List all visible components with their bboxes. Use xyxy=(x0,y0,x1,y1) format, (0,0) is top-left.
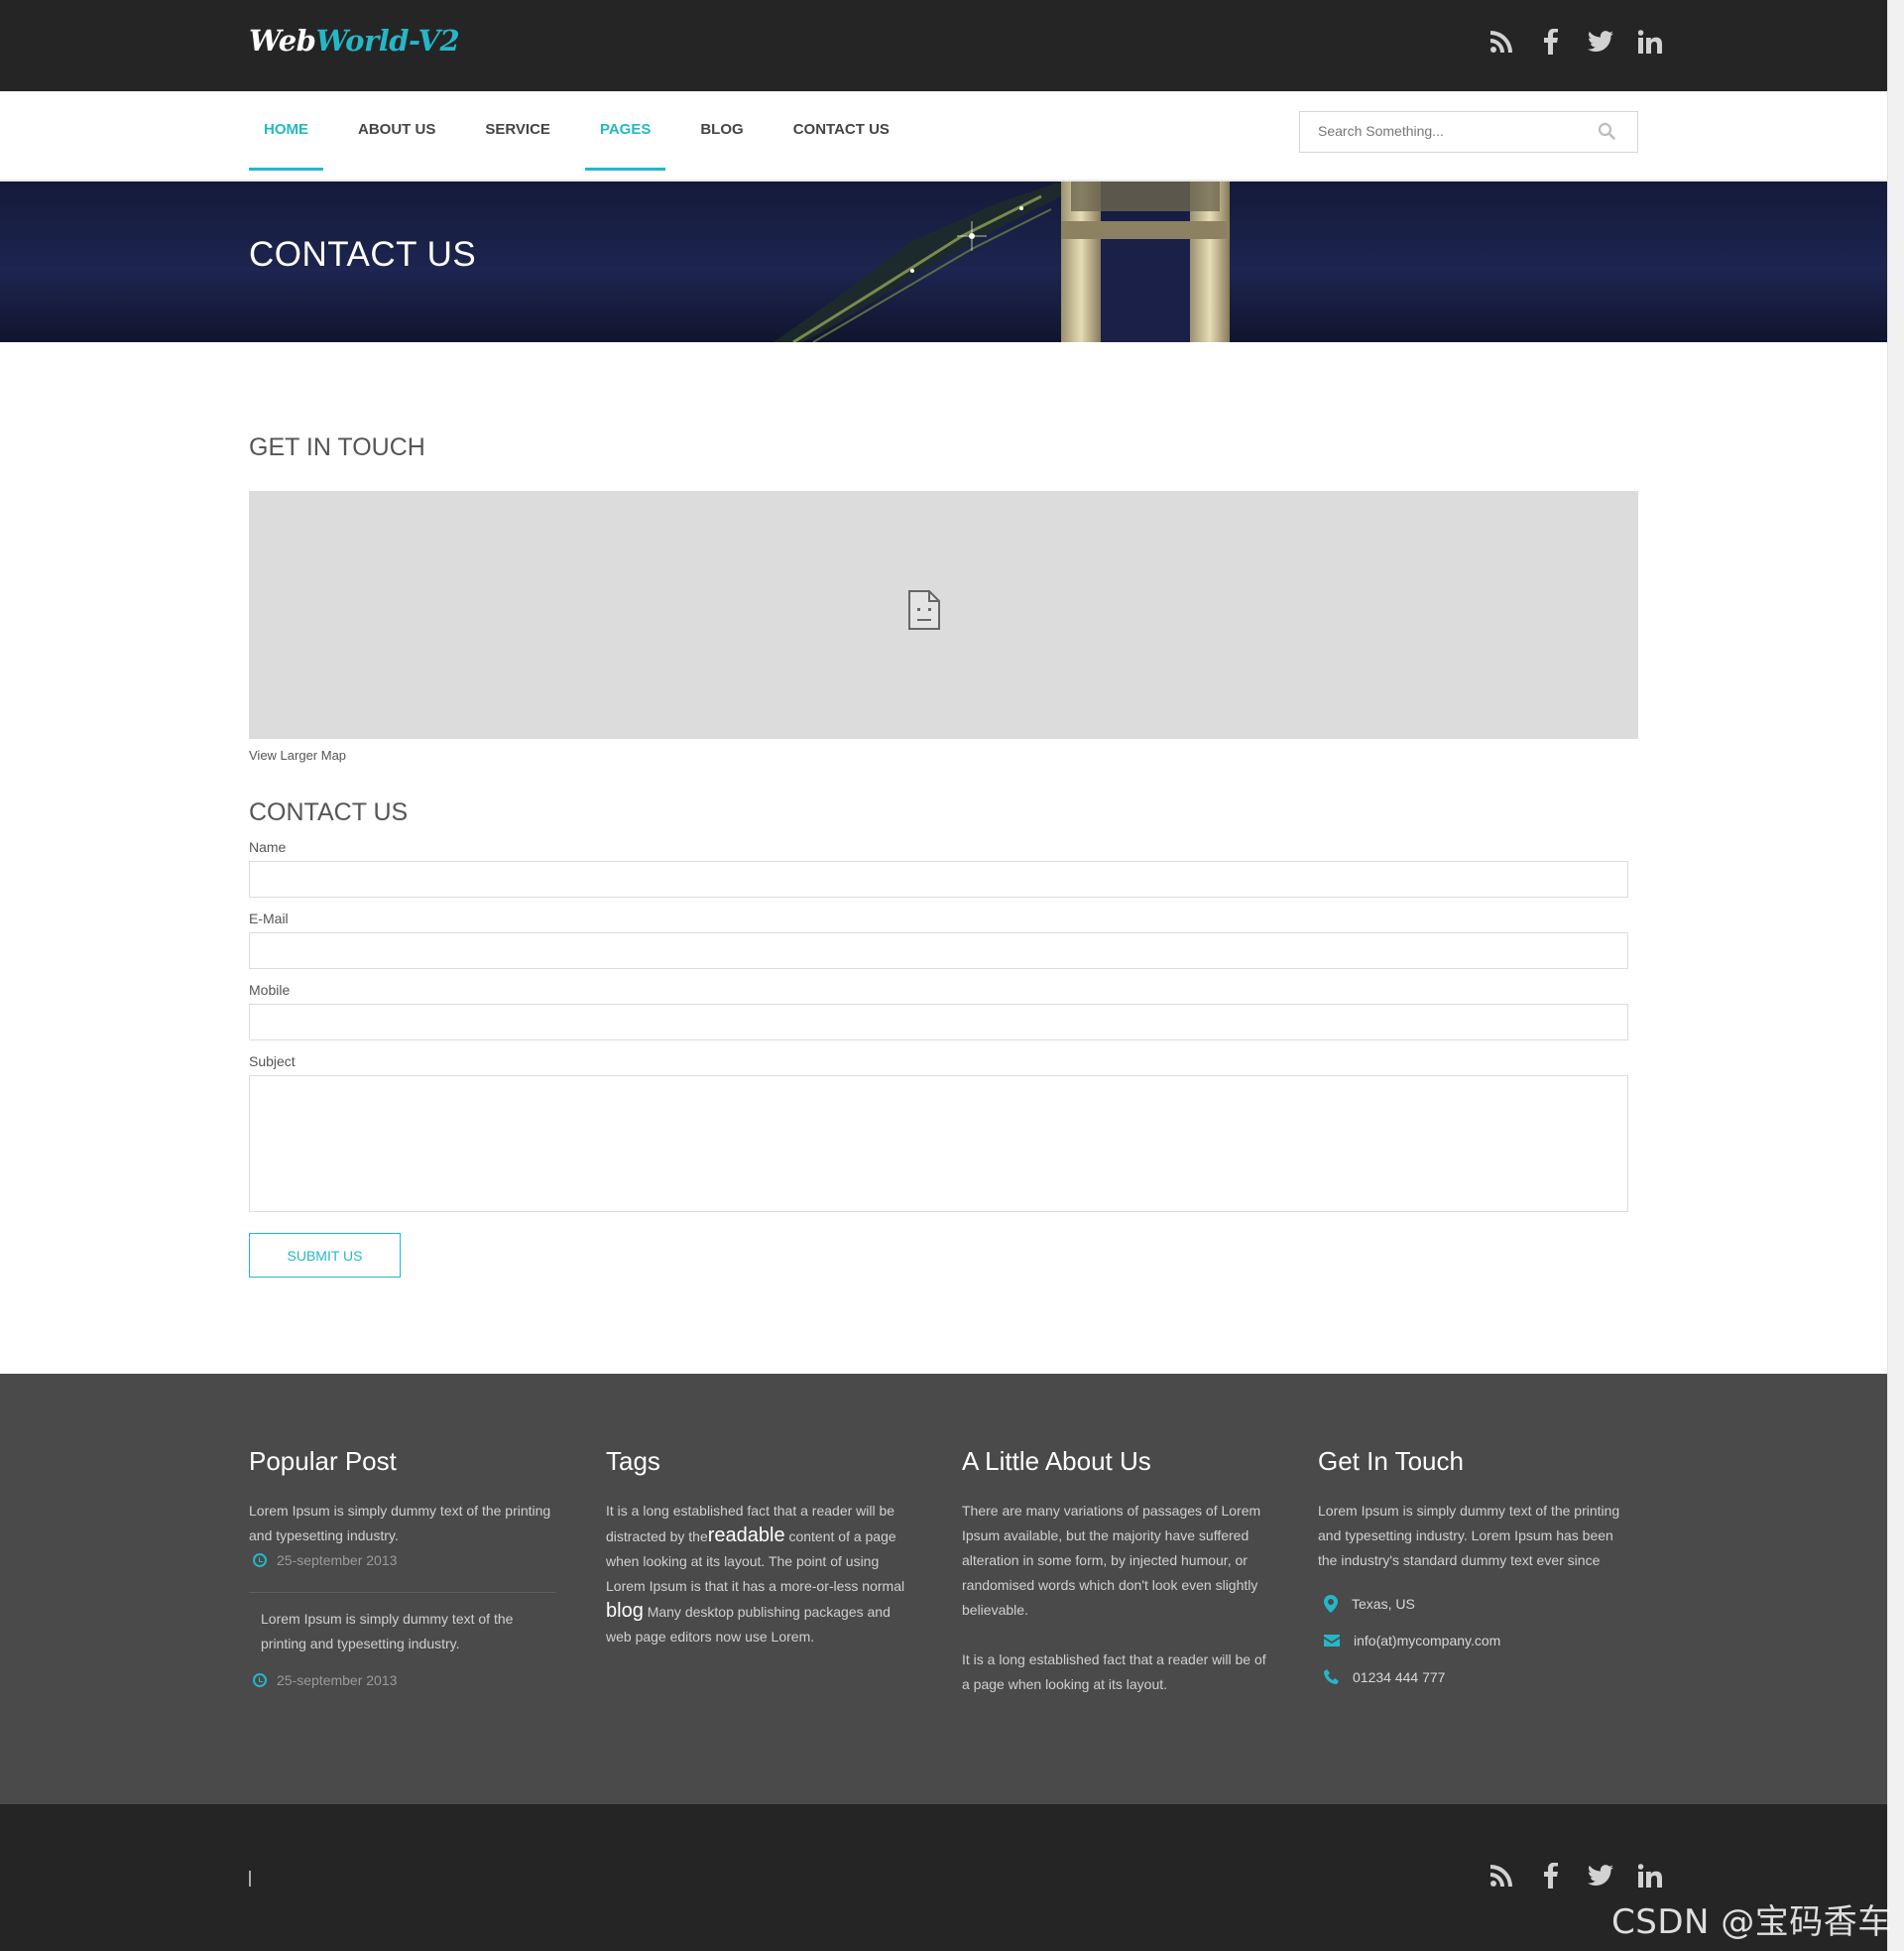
search-input[interactable] xyxy=(1316,122,1588,140)
location-text: Texas, US xyxy=(1352,1595,1415,1612)
contact-form-heading: CONTACT US xyxy=(249,798,409,826)
post-text: Lorem Ipsum is simply dummy text of the … xyxy=(261,1611,514,1651)
subject-textarea[interactable] xyxy=(249,1075,1628,1212)
get-in-touch-heading: GET IN TOUCH xyxy=(249,433,425,461)
name-label: Name xyxy=(249,839,287,855)
social-links-top xyxy=(1488,28,1664,56)
about-title: A Little About Us xyxy=(962,1446,1151,1476)
linkedin-icon[interactable] xyxy=(1636,1862,1664,1890)
site-logo[interactable]: WebWorld-V2 xyxy=(249,24,460,58)
view-larger-map-link[interactable]: View Larger Map xyxy=(249,748,346,763)
nav-home[interactable]: HOME xyxy=(249,91,323,171)
post-date: 25-september 2013 xyxy=(277,1552,398,1568)
page-banner: CONTACT US xyxy=(0,182,1887,342)
email-text: info(at)mycompany.com xyxy=(1354,1632,1501,1648)
main-navigation: HOME ABOUT US SERVICE PAGES BLOG CONTACT… xyxy=(0,91,1887,183)
subject-label: Subject xyxy=(249,1053,296,1069)
linkedin-icon[interactable] xyxy=(1636,28,1664,56)
popular-post-item[interactable]: Lorem Ipsum is simply dummy text of the … xyxy=(249,1499,556,1582)
twitter-icon[interactable] xyxy=(1587,28,1614,56)
map-embed[interactable] xyxy=(249,491,1638,739)
mobile-label: Mobile xyxy=(249,982,291,998)
envelope-icon xyxy=(1324,1634,1340,1646)
popular-post-item[interactable]: Lorem Ipsum is simply dummy text of the … xyxy=(249,1592,556,1702)
nav-contact-us[interactable]: CONTACT US xyxy=(778,91,904,171)
facebook-icon[interactable] xyxy=(1537,1862,1565,1890)
footer-get-in-touch: Get In Touch Lorem Ipsum is simply dummy… xyxy=(1318,1446,1625,1689)
broken-page-icon xyxy=(908,590,940,630)
post-date: 25-september 2013 xyxy=(277,1672,398,1688)
tags-text: It is a long established fact that a rea… xyxy=(606,1499,913,1649)
location-icon xyxy=(1324,1594,1338,1613)
contact-location: Texas, US xyxy=(1318,1591,1625,1616)
touch-title: Get In Touch xyxy=(1318,1446,1464,1476)
clock-icon xyxy=(253,1673,267,1687)
logo-part-1: Web xyxy=(249,24,316,58)
footer: Popular Post Lorem Ipsum is simply dummy… xyxy=(0,1374,1887,1804)
nav-blog[interactable]: BLOG xyxy=(685,91,758,171)
twitter-icon[interactable] xyxy=(1587,1862,1614,1890)
phone-text: 01234 444 777 xyxy=(1353,1668,1446,1685)
submit-button[interactable]: SUBMIT US xyxy=(249,1233,401,1278)
tag-readable[interactable]: readable xyxy=(708,1524,785,1546)
text-cursor xyxy=(249,1871,251,1887)
clock-icon xyxy=(253,1553,267,1567)
tags-text-3: Many desktop publishing packages and web… xyxy=(606,1604,891,1645)
contact-email[interactable]: info(at)mycompany.com xyxy=(1318,1628,1625,1652)
top-bar: WebWorld-V2 xyxy=(0,0,1887,91)
logo-part-2: World-V2 xyxy=(315,24,460,58)
scrollbar-track[interactable] xyxy=(1887,0,1904,1951)
touch-text: Lorem Ipsum is simply dummy text of the … xyxy=(1318,1503,1620,1568)
post-text: Lorem Ipsum is simply dummy text of the … xyxy=(249,1503,551,1543)
search-icon[interactable] xyxy=(1598,122,1617,142)
email-label: E-Mail xyxy=(249,911,289,926)
about-text-1: There are many variations of passages of… xyxy=(962,1503,1261,1618)
tags-title: Tags xyxy=(606,1446,660,1476)
name-field[interactable] xyxy=(249,861,1628,898)
rss-icon[interactable] xyxy=(1488,1862,1515,1890)
watermark: CSDN @宝码香车 xyxy=(1611,1902,1892,1942)
nav-service[interactable]: SERVICE xyxy=(470,91,565,171)
contact-phone[interactable]: 01234 444 777 xyxy=(1318,1664,1625,1689)
nav-about-us[interactable]: ABOUT US xyxy=(343,91,450,171)
facebook-icon[interactable] xyxy=(1537,28,1565,56)
footer-about: A Little About Us There are many variati… xyxy=(962,1446,1269,1697)
tag-blog[interactable]: blog xyxy=(606,1600,644,1622)
bottom-bar xyxy=(0,1804,1887,1951)
social-links-bottom xyxy=(1488,1862,1664,1890)
footer-popular-post: Popular Post Lorem Ipsum is simply dummy… xyxy=(249,1446,556,1702)
banner-title: CONTACT US xyxy=(249,235,477,274)
nav-pages[interactable]: PAGES xyxy=(584,91,666,171)
email-field[interactable] xyxy=(249,932,1628,969)
search-box xyxy=(1299,111,1638,153)
phone-icon xyxy=(1324,1669,1339,1684)
about-text-2: It is a long established fact that a rea… xyxy=(962,1651,1266,1692)
footer-tags: Tags It is a long established fact that … xyxy=(606,1446,913,1649)
bridge-image xyxy=(774,182,1230,342)
popular-post-title: Popular Post xyxy=(249,1446,397,1476)
rss-icon[interactable] xyxy=(1488,28,1515,56)
mobile-field[interactable] xyxy=(249,1004,1628,1040)
